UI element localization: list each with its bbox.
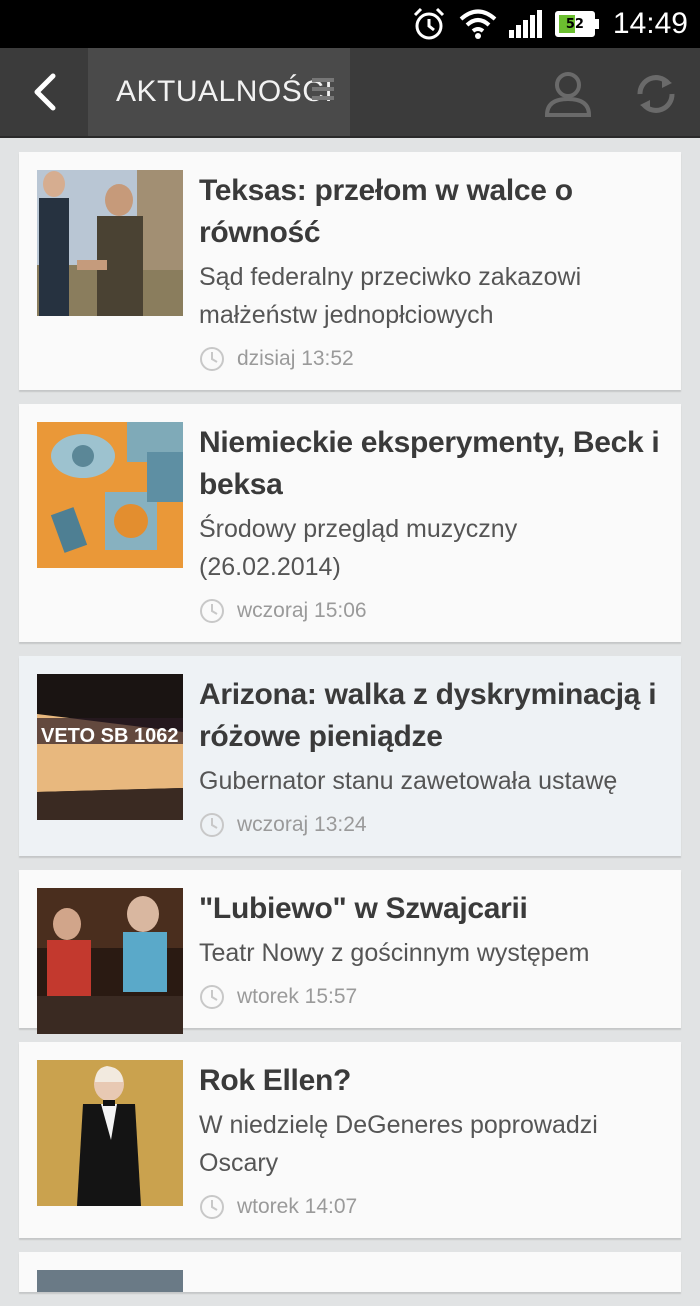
article-subtitle: Teatr Nowy z gościnnym występem	[199, 939, 590, 967]
article-thumbnail	[37, 1270, 183, 1292]
article-title: "Lubiewo" w Szwajcarii	[199, 892, 528, 925]
app-bar: AKTUALNOŚCI	[0, 48, 700, 138]
clock-time: 14:49	[612, 7, 688, 40]
article-thumbnail: VETO SB 1062	[37, 674, 183, 820]
user-icon	[544, 72, 592, 117]
article-thumbnail	[37, 422, 183, 568]
article-card[interactable]: Rok Ellen? W niedzielę DeGeneres poprowa…	[19, 1042, 681, 1238]
section-menu-button[interactable]: AKTUALNOŚCI	[88, 48, 350, 136]
article-subtitle: W niedzielę DeGeneres poprowadzi Oscary	[199, 1111, 598, 1177]
article-thumbnail	[37, 170, 183, 316]
article-subtitle: Sąd federalny przeciwko zakazowi małżeńs…	[199, 263, 582, 329]
alarm-icon	[413, 7, 444, 40]
article-title: Niemieckie eksperymenty, Beck i beksa	[199, 426, 660, 501]
status-bar: 52 14:49	[0, 0, 700, 48]
news-list: Teksas: przełom w walce o równość Sąd fe…	[19, 152, 681, 1306]
back-button[interactable]	[0, 48, 88, 136]
article-subtitle: Środowy przegląd muzyczny (26.02.2014)	[199, 515, 518, 581]
article-title: Teksas: przełom w walce o równość	[199, 174, 573, 249]
article-time: wczoraj 13:24	[237, 813, 367, 836]
article-subtitle: Gubernator stanu zawetowała ustawę	[199, 767, 618, 795]
article-thumbnail	[37, 1060, 183, 1206]
battery-icon: 52	[554, 11, 599, 37]
article-time: dzisiaj 13:52	[237, 347, 354, 370]
wifi-icon	[459, 9, 497, 39]
clock-icon	[200, 1195, 224, 1219]
article-card[interactable]: "Lubiewo" w Szwajcarii Teatr Nowy z gośc…	[19, 870, 681, 1034]
article-time: wtorek 15:57	[237, 985, 358, 1008]
page-title: AKTUALNOŚCI	[116, 75, 334, 108]
veto-sign-text: VETO SB 1062	[41, 725, 178, 747]
menu-icon	[312, 78, 334, 105]
refresh-button[interactable]	[624, 62, 688, 126]
article-thumbnail	[37, 888, 183, 1034]
chevron-left-icon	[34, 73, 56, 111]
article-card[interactable]: Teksas: przełom w walce o równość Sąd fe…	[19, 152, 681, 390]
profile-button[interactable]	[536, 62, 600, 126]
battery-level: 52	[565, 16, 584, 32]
clock-icon	[200, 599, 224, 623]
clock-icon	[200, 347, 224, 371]
article-title: Arizona: walka z dyskryminacją i różowe …	[199, 678, 657, 753]
article-card[interactable]: VETO SB 1062 Arizona: walka z dyskrymina…	[19, 656, 681, 856]
article-card-partial[interactable]	[19, 1252, 681, 1292]
article-title: Rok Ellen?	[199, 1064, 352, 1097]
clock-icon	[200, 813, 224, 837]
refresh-icon	[637, 75, 675, 113]
article-time: wtorek 14:07	[237, 1195, 358, 1218]
clock-icon	[200, 985, 224, 1009]
signal-icon	[508, 10, 542, 38]
article-time: wczoraj 15:06	[237, 599, 367, 622]
article-card[interactable]: Niemieckie eksperymenty, Beck i beksa Śr…	[19, 404, 681, 642]
